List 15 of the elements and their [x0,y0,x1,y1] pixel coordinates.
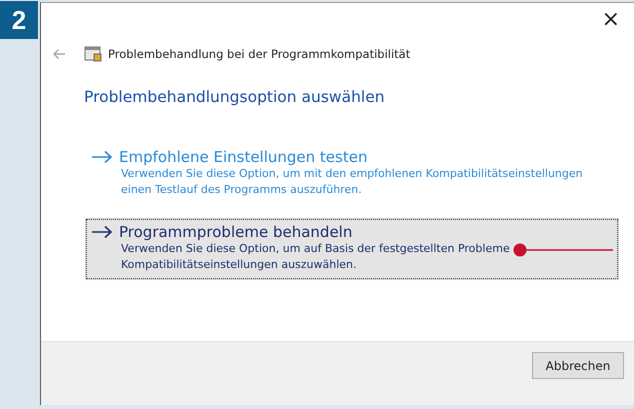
program-window-icon [84,46,102,62]
arrow-icon [91,225,113,239]
option-title: Programmprobleme behandeln [119,223,352,241]
troubleshoot-option[interactable]: Empfohlene Einstellungen testen Verwenden Sie diese Option, um mit den empfohlenen Kompatibilitätseinstellungen einen Testlauf des Programms auszuführen. [86,144,618,204]
page-heading: Problembehandlungsoption auswählen [84,88,386,106]
arrow-icon [91,150,113,164]
troubleshoot-option[interactable]: Programmprobleme behandeln Verwenden Sie diese Option, um auf Basis der festgestellten Probleme Kompatibilitätseinstellungen auszuwählen. [86,219,618,279]
step-number-badge: 2 [0,1,38,39]
option-title: Empfohlene Einstellungen testen [119,148,368,166]
option-description: Verwenden Sie diese Option, um mit den empfohlenen Kompatibilitätseinstellungen einen Testlauf des Programms auszuführen. [121,166,584,198]
window-title: Problembehandlung bei der Programmkompatibilität [108,47,410,61]
close-button[interactable]: × [602,3,634,37]
option-description: Verwenden Sie diese Option, um auf Basis der festgestellten Probleme Kompatibilitätseinstellungen auszuwählen. [121,241,511,273]
cancel-button[interactable]: Abbrechen [532,352,624,379]
back-arrow-icon[interactable] [52,48,66,60]
